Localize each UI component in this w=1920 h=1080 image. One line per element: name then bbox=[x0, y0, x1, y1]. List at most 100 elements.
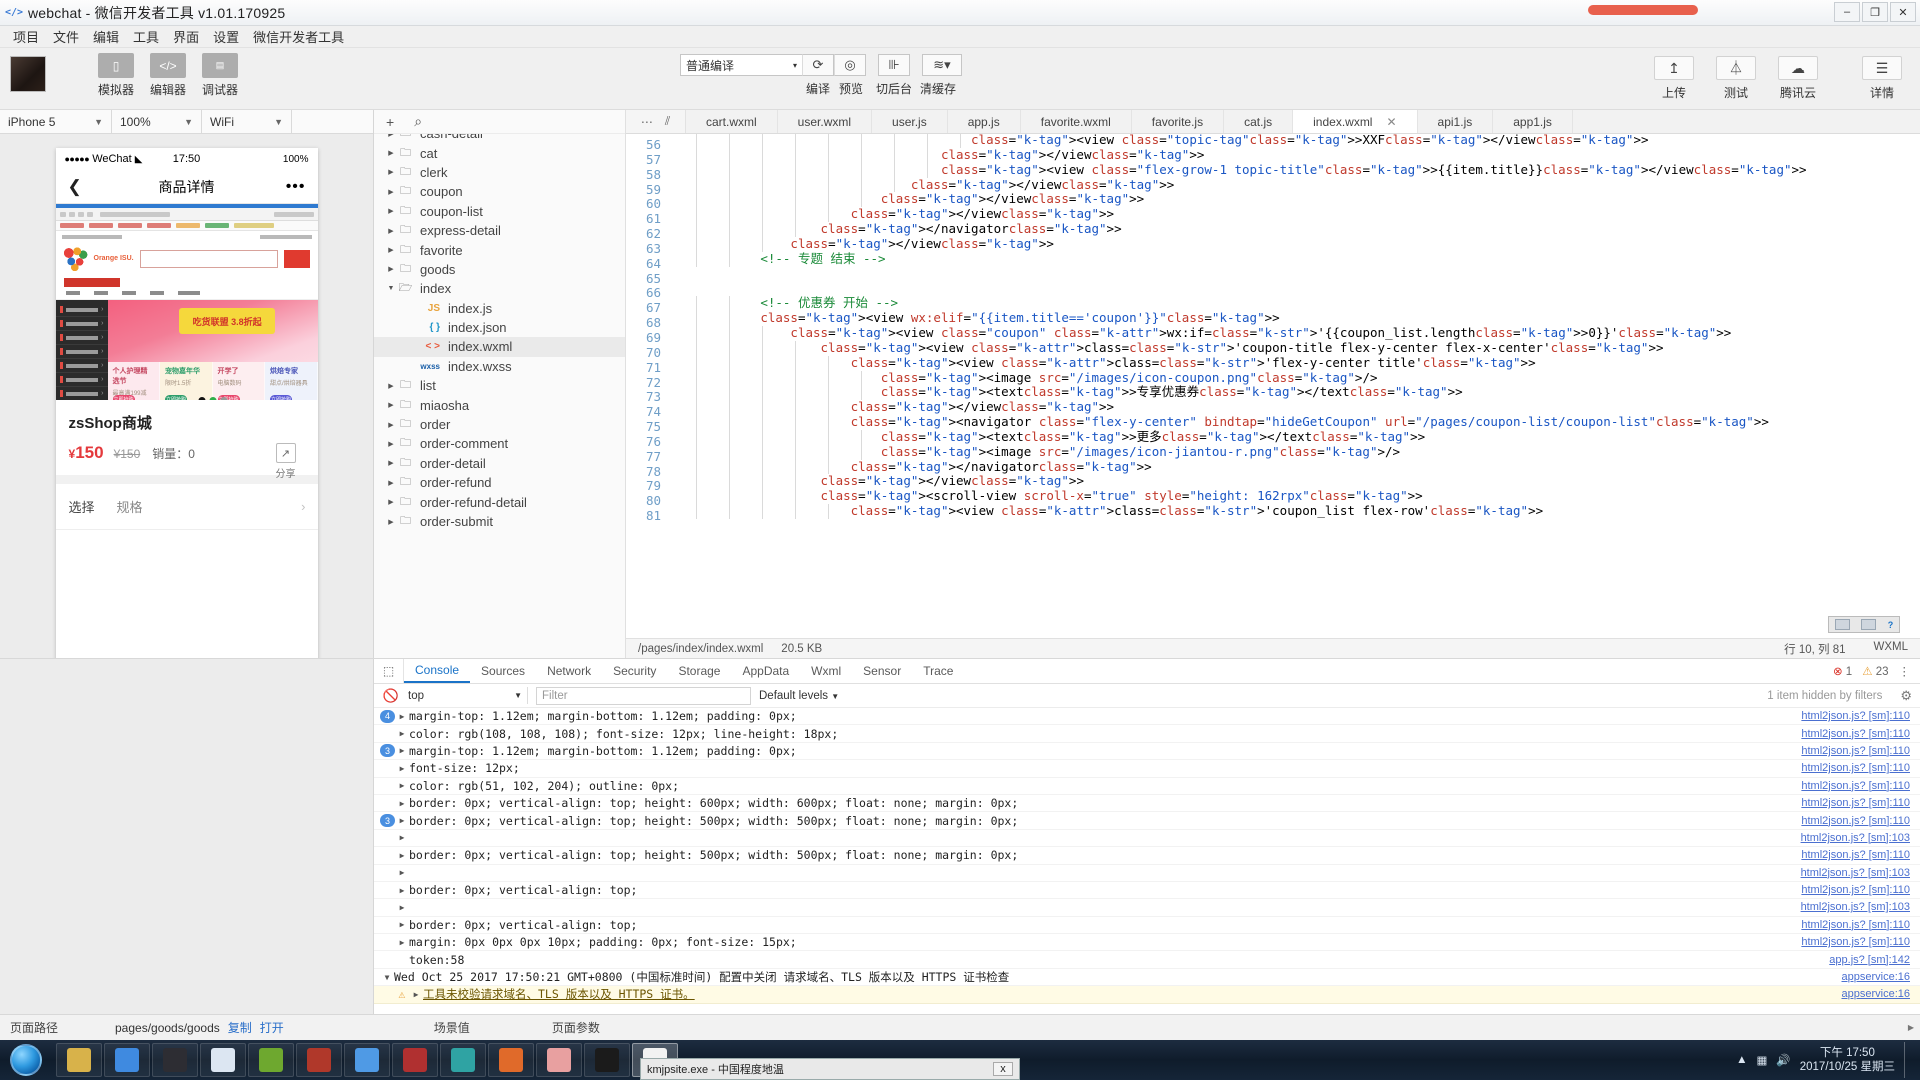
tree-file[interactable]: < > index.wxml bbox=[374, 337, 625, 357]
chevron-right-icon[interactable]: ▶ bbox=[384, 246, 398, 254]
chevron-right-icon[interactable]: ▶ bbox=[384, 188, 398, 196]
tree-folder[interactable]: ▶ 🗀 clerk bbox=[374, 163, 625, 182]
tree-folder[interactable]: ▶ 🗀 order-comment bbox=[374, 434, 625, 453]
preview-button[interactable]: ◎ bbox=[834, 54, 866, 76]
taskbar-window-icon[interactable] bbox=[200, 1043, 246, 1077]
windows-start-icon[interactable] bbox=[2, 1042, 50, 1078]
console-log-row[interactable]: ▶ border: 0px; vertical-align: top; html2j… bbox=[374, 917, 1920, 935]
console-source-link[interactable]: html2json.js? [sm]:110 bbox=[1801, 710, 1920, 722]
close-button[interactable]: ✕ bbox=[1890, 2, 1916, 22]
devtools-tab-security[interactable]: Security bbox=[602, 659, 667, 683]
expand-icon[interactable]: ▶ bbox=[395, 903, 409, 912]
console-log-list[interactable]: 4 ▶ margin-top: 1.12em; margin-bottom: 1.1… bbox=[374, 708, 1920, 1014]
devtools-tab-network[interactable]: Network bbox=[536, 659, 602, 683]
tree-folder[interactable]: ▶ 🗀 order-submit bbox=[374, 512, 625, 531]
console-log-row[interactable]: 3 ▶ margin-top: 1.12em; margin-bottom: 1.1… bbox=[374, 743, 1920, 761]
error-count[interactable]: ⊗ 1 bbox=[1833, 664, 1852, 678]
split-pane-icon[interactable]: ⫽ bbox=[665, 114, 670, 129]
console-log-row[interactable]: ▶ html2json.js? [sm]:103 bbox=[374, 865, 1920, 882]
devtools-tab-appdata[interactable]: AppData bbox=[731, 659, 800, 683]
console-source-link[interactable]: html2json.js? [sm]:103 bbox=[1801, 901, 1920, 913]
taskbar-notepad-icon[interactable] bbox=[296, 1043, 342, 1077]
console-source-link[interactable]: html2json.js? [sm]:110 bbox=[1801, 728, 1920, 740]
editor-tab-app1-js[interactable]: app1.js bbox=[1493, 110, 1573, 133]
tree-file[interactable]: JS index.js bbox=[374, 299, 625, 318]
expand-icon[interactable]: ▶ bbox=[395, 868, 409, 877]
chevron-right-icon[interactable]: ▶ bbox=[384, 207, 398, 215]
menu-item-file[interactable]: 文件 bbox=[46, 25, 86, 48]
console-source-link[interactable]: html2json.js? [sm]:110 bbox=[1801, 884, 1920, 896]
editor-tab-app-js[interactable]: app.js bbox=[947, 110, 1021, 133]
chevron-right-icon[interactable]: ▶ bbox=[384, 421, 398, 429]
console-source-link[interactable]: html2json.js? [sm]:110 bbox=[1801, 780, 1920, 792]
chevron-right-icon[interactable]: ▶ bbox=[384, 401, 398, 409]
open-path-button[interactable]: 打开 bbox=[260, 1019, 284, 1036]
taskbar-tomcat-icon[interactable] bbox=[440, 1043, 486, 1077]
tray-expand-icon[interactable]: ▲ bbox=[1736, 1054, 1747, 1066]
chevron-right-icon[interactable]: ▶ bbox=[384, 498, 398, 506]
menu-item-interface[interactable]: 界面 bbox=[166, 25, 206, 48]
editor-tab-user-js[interactable]: user.js bbox=[872, 110, 948, 133]
tree-folder[interactable]: ▶ 🗀 coupon-list bbox=[374, 202, 625, 221]
close-icon[interactable]: x bbox=[993, 1062, 1013, 1076]
help-icon[interactable]: ? bbox=[1888, 620, 1894, 630]
tree-folder[interactable]: ▼ 🗁 index bbox=[374, 279, 625, 298]
console-log-row[interactable]: ▶ margin: 0px 0px 0px 10px; padding: 0px;… bbox=[374, 934, 1920, 952]
chevron-right-icon[interactable]: ▶ bbox=[384, 149, 398, 157]
expand-icon[interactable]: ▶ bbox=[1908, 1023, 1920, 1032]
zoom-select[interactable]: 100% ▼ bbox=[112, 110, 202, 133]
expand-icon[interactable]: ▶ bbox=[395, 729, 409, 738]
expand-icon[interactable]: ▶ bbox=[395, 938, 409, 947]
tencent-cloud-button[interactable]: ☁ 腾讯云 bbox=[1774, 56, 1822, 101]
console-source-link[interactable]: appservice:16 bbox=[1842, 971, 1920, 983]
warning-count[interactable]: ⚠ 23 bbox=[1862, 664, 1888, 678]
chevron-right-icon[interactable]: ▶ bbox=[384, 382, 398, 390]
expand-icon[interactable]: ▶ bbox=[395, 781, 409, 790]
expand-icon[interactable]: ▶ bbox=[395, 833, 409, 842]
expand-icon[interactable]: ▶ bbox=[395, 746, 409, 755]
console-log-row[interactable]: ▶ border: 0px; vertical-align: top; html2j… bbox=[374, 882, 1920, 900]
console-source-link[interactable]: html2json.js? [sm]:110 bbox=[1801, 936, 1920, 948]
console-log-row[interactable]: ▶ html2json.js? [sm]:103 bbox=[374, 830, 1920, 848]
expand-icon[interactable]: ▶ bbox=[395, 920, 409, 929]
devtools-tab-console[interactable]: Console bbox=[404, 659, 471, 683]
console-context-select[interactable]: top ▼ bbox=[408, 687, 528, 704]
inspect-element-icon[interactable]: ⬚ bbox=[374, 659, 404, 683]
taskbar-xampp-icon[interactable] bbox=[488, 1043, 534, 1077]
expand-icon[interactable]: ▶ bbox=[395, 799, 409, 808]
console-log-row[interactable]: ▶ color: rgb(51, 102, 204); outline: 0px;… bbox=[374, 778, 1920, 795]
tree-folder[interactable]: ▶ 🗀 order-refund-detail bbox=[374, 492, 625, 511]
console-source-link[interactable]: html2json.js? [sm]:110 bbox=[1801, 919, 1920, 931]
taskbar-explorer-icon[interactable] bbox=[56, 1043, 102, 1077]
menu-item-edit[interactable]: 编辑 bbox=[86, 25, 126, 48]
clear-cache-button[interactable]: ≋▾ bbox=[922, 54, 962, 76]
chevron-right-icon[interactable]: ▶ bbox=[384, 440, 398, 448]
console-log-row[interactable]: ▶ border: 0px; vertical-align: top; heigh… bbox=[374, 847, 1920, 865]
search-icon[interactable]: ⌕ bbox=[414, 113, 422, 130]
tree-folder[interactable]: ▶ 🗀 order bbox=[374, 415, 625, 434]
tray-clock[interactable]: 下午 17:50 2017/10/25 星期三 bbox=[1800, 1046, 1895, 1075]
console-source-link[interactable]: appservice:16 bbox=[1842, 988, 1920, 1000]
toggle-editor-button[interactable]: </> 编辑器 bbox=[146, 53, 190, 98]
expand-icon[interactable]: ▶ bbox=[395, 886, 409, 895]
chevron-right-icon[interactable]: ▶ bbox=[384, 479, 398, 487]
details-button[interactable]: ☰ 详情 bbox=[1858, 56, 1906, 101]
console-log-row[interactable]: ▶ color: rgb(108, 108, 108); font-size: 1… bbox=[374, 725, 1920, 743]
chevron-down-icon[interactable]: ▼ bbox=[384, 285, 398, 292]
taskbar-navicat-icon[interactable] bbox=[248, 1043, 294, 1077]
taskbar-vmware-icon[interactable] bbox=[392, 1043, 438, 1077]
devtools-dock-widget[interactable]: ? bbox=[1828, 616, 1900, 633]
maximize-button[interactable]: ❐ bbox=[1862, 2, 1888, 22]
toggle-simulator-button[interactable]: ▯ 模拟器 bbox=[94, 53, 138, 98]
expand-icon[interactable]: ▶ bbox=[395, 712, 409, 721]
chevron-right-icon[interactable]: ▶ bbox=[384, 518, 398, 526]
code-content[interactable]: class="k-tag"><view class="topic-tag"cla… bbox=[670, 134, 1920, 638]
devtools-tab-storage[interactable]: Storage bbox=[667, 659, 731, 683]
menu-item-project[interactable]: 项目 bbox=[6, 25, 46, 48]
show-desktop-button[interactable] bbox=[1904, 1042, 1912, 1078]
taskbar-qq-icon[interactable] bbox=[536, 1043, 582, 1077]
editor-tab-cart-wxml[interactable]: cart.wxml bbox=[686, 110, 778, 133]
editor-tab-cat-js[interactable]: cat.js bbox=[1224, 110, 1294, 133]
tree-folder[interactable]: ▶ 🗀 favorite bbox=[374, 240, 625, 259]
network-select[interactable]: WiFi ▼ bbox=[202, 110, 292, 133]
